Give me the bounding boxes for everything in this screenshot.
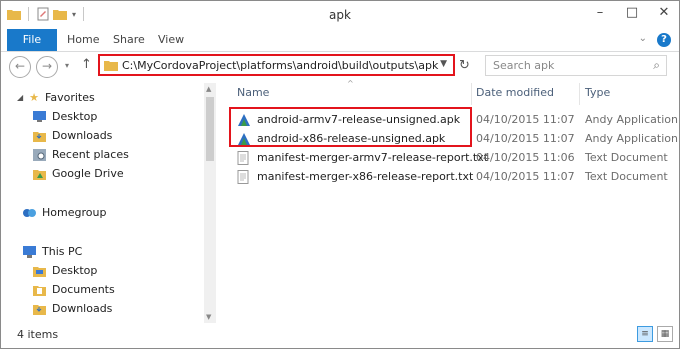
apk-files-highlight xyxy=(229,107,472,147)
sort-chevron-icon: ^ xyxy=(347,79,354,88)
maximize-icon[interactable]: □ xyxy=(623,5,641,20)
folder-icon xyxy=(104,61,118,71)
file-date: 04/10/2015 11:07 xyxy=(476,170,575,183)
nav-item-label: Downloads xyxy=(52,302,113,315)
nav-item-label: Desktop xyxy=(52,264,98,277)
forward-arrow-icon: → xyxy=(41,59,53,73)
forward-button[interactable]: → xyxy=(36,56,58,78)
address-row: ← → ▾ ↑ C:\MyCordovaProject\platforms\an… xyxy=(1,52,679,80)
search-icon: ⌕ xyxy=(653,58,660,72)
nav-this-pc-label: This PC xyxy=(42,245,83,258)
search-placeholder: Search apk xyxy=(493,59,555,72)
column-divider[interactable] xyxy=(471,83,472,105)
expand-ribbon-chevron-icon[interactable]: ⌄ xyxy=(639,33,647,47)
recent-locations-chevron-icon[interactable]: ▾ xyxy=(65,61,69,70)
scroll-up-icon[interactable]: ▲ xyxy=(206,85,211,93)
tab-view[interactable]: View xyxy=(158,29,184,51)
tab-share[interactable]: Share xyxy=(113,29,145,51)
file-name: manifest-merger-x86-release-report.txt xyxy=(257,170,474,183)
scrollbar-thumb[interactable] xyxy=(206,97,214,161)
back-arrow-icon: ← xyxy=(14,59,26,73)
file-type: Text Document xyxy=(585,170,668,183)
downloads-folder-icon xyxy=(33,131,46,142)
desktop-folder-icon xyxy=(33,266,46,277)
recent-places-icon xyxy=(33,148,46,161)
refresh-icon[interactable]: ↻ xyxy=(459,58,470,73)
tab-file[interactable]: File xyxy=(7,29,57,51)
file-date: 04/10/2015 11:07 xyxy=(476,113,575,126)
text-file-icon xyxy=(237,170,249,184)
up-arrow-icon[interactable]: ↑ xyxy=(81,57,92,72)
nav-favorites-recent-places[interactable]: Recent places xyxy=(33,148,129,161)
file-name: manifest-merger-armv7-release-report.txt xyxy=(257,151,489,164)
tab-home[interactable]: Home xyxy=(67,29,99,51)
file-type: Andy Application xyxy=(585,113,678,126)
back-button[interactable]: ← xyxy=(9,56,31,78)
star-icon: ★ xyxy=(29,91,40,104)
details-view-icon[interactable]: ≡ xyxy=(637,326,653,342)
view-switcher: ≡ ▦ xyxy=(637,326,673,342)
desktop-icon xyxy=(33,111,46,122)
nav-pc-desktop[interactable]: Desktop xyxy=(33,264,97,277)
status-bar: 4 items ≡ ▦ xyxy=(1,323,679,348)
nav-favorites-desktop[interactable]: Desktop xyxy=(33,110,97,123)
nav-favorites-google-drive[interactable]: Google Drive xyxy=(33,167,124,180)
address-path[interactable]: C:\MyCordovaProject\platforms\android\bu… xyxy=(122,59,438,72)
nav-pc-documents[interactable]: Documents xyxy=(33,283,115,296)
nav-item-label: Recent places xyxy=(52,148,129,161)
item-count: 4 items xyxy=(17,328,59,341)
file-date: 04/10/2015 11:06 xyxy=(476,151,575,164)
nav-item-label: Google Drive xyxy=(52,167,124,180)
nav-favorites-downloads[interactable]: Downloads xyxy=(33,129,112,142)
address-bar[interactable]: C:\MyCordovaProject\platforms\android\bu… xyxy=(98,54,455,76)
nav-item-label: Desktop xyxy=(52,110,98,123)
ribbon-tabs: File Home Share View ⌄ ? xyxy=(1,29,679,52)
column-divider[interactable] xyxy=(579,83,580,105)
nav-this-pc[interactable]: This PC xyxy=(23,245,82,258)
computer-icon xyxy=(23,245,36,258)
nav-item-label: Documents xyxy=(52,283,115,296)
file-type: Andy Application xyxy=(585,132,678,145)
nav-item-label: Downloads xyxy=(52,129,113,142)
expand-chevron-icon[interactable]: ◢ xyxy=(17,93,23,102)
scroll-down-icon[interactable]: ▼ xyxy=(206,313,211,321)
nav-homegroup[interactable]: Homegroup xyxy=(23,206,106,219)
address-dropdown-chevron-icon[interactable]: ▼ xyxy=(440,59,447,69)
text-file-icon xyxy=(237,151,249,165)
nav-homegroup-label: Homegroup xyxy=(42,206,107,219)
homegroup-icon xyxy=(23,208,36,217)
close-icon[interactable]: ✕ xyxy=(655,5,673,20)
column-header-type[interactable]: Type xyxy=(585,86,610,99)
file-type: Text Document xyxy=(585,151,668,164)
window-controls: – □ ✕ xyxy=(591,5,673,20)
navigation-pane: ◢ ★ Favorites Desktop Downloads Recent p… xyxy=(1,83,216,323)
nav-favorites-label: Favorites xyxy=(45,91,95,104)
file-row[interactable]: manifest-merger-x86-release-report.txt 0… xyxy=(219,168,679,187)
file-date: 04/10/2015 11:07 xyxy=(476,132,575,145)
window-title: apk xyxy=(329,8,351,22)
search-input[interactable]: Search apk ⌕ xyxy=(485,55,667,76)
nav-pc-downloads[interactable]: Downloads xyxy=(33,302,112,315)
minimize-icon[interactable]: – xyxy=(591,5,609,20)
file-row[interactable]: manifest-merger-armv7-release-report.txt… xyxy=(219,149,679,168)
nav-favorites[interactable]: ◢ ★ Favorites xyxy=(17,91,95,104)
explorer-window: ▾ apk – □ ✕ File Home Share View ⌄ ? ← →… xyxy=(0,0,680,349)
help-icon[interactable]: ? xyxy=(657,33,671,47)
title-bar: ▾ apk – □ ✕ xyxy=(1,1,679,29)
column-header-name[interactable]: Name xyxy=(237,86,269,99)
column-header-date[interactable]: Date modified xyxy=(476,86,554,99)
documents-folder-icon xyxy=(33,285,46,296)
ribbon-controls: ⌄ ? xyxy=(639,33,671,47)
downloads-folder-icon xyxy=(33,304,46,315)
large-icons-view-icon[interactable]: ▦ xyxy=(657,326,673,342)
google-drive-icon xyxy=(33,169,46,180)
navigation-scrollbar[interactable]: ▲ ▼ xyxy=(204,83,216,323)
